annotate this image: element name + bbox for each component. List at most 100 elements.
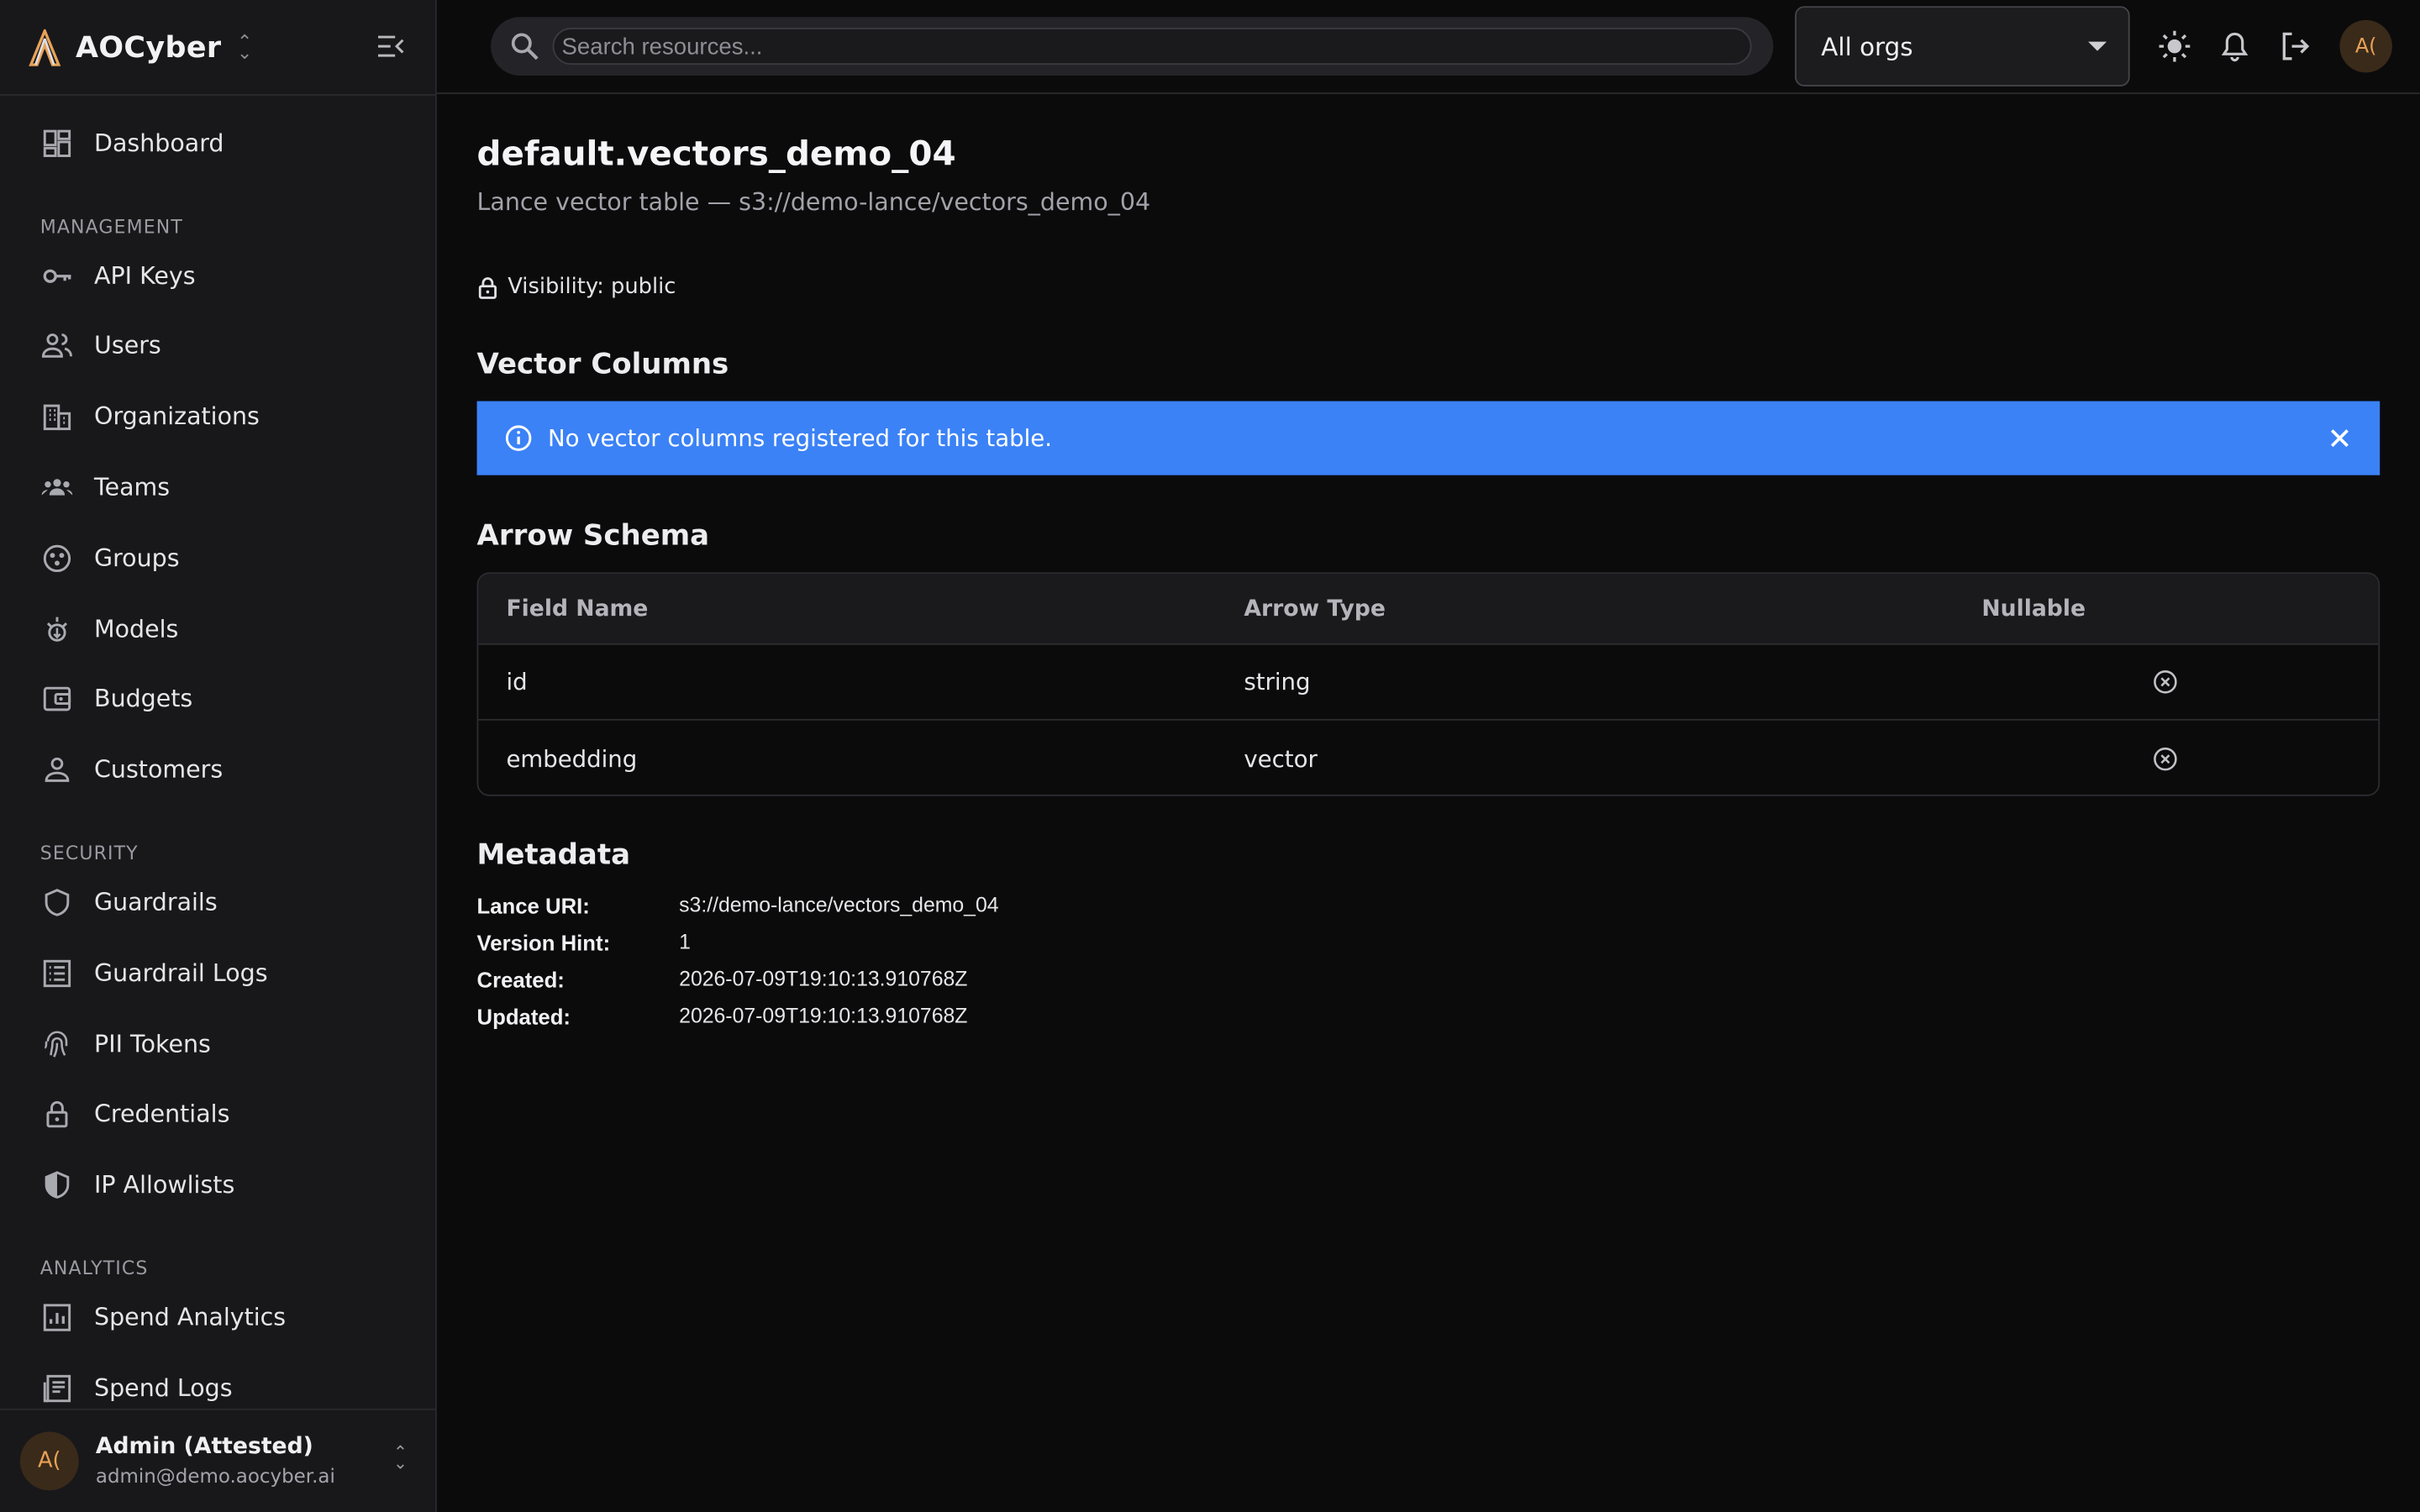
sidebar-item-customers[interactable]: Customers bbox=[0, 735, 435, 806]
building-icon bbox=[40, 400, 74, 433]
sidebar-item-models[interactable]: Models bbox=[0, 594, 435, 664]
field-name-cell: id bbox=[506, 668, 528, 696]
sidebar-item-dashboard[interactable]: Dashboard bbox=[0, 108, 435, 179]
sidebar: AOCyber ⌃ ⌄ Dashboard MANAGEMENT API Keys… bbox=[0, 0, 437, 1512]
topbar: All orgs A( bbox=[436, 0, 2420, 95]
sidebar-item-budgets[interactable]: Budgets bbox=[0, 664, 435, 735]
shield-icon bbox=[40, 885, 74, 919]
info-icon bbox=[505, 425, 532, 451]
sidebar-item-label: Guardrail Logs bbox=[94, 959, 268, 988]
page-subtitle: Lance vector table — s3://demo-lance/vec… bbox=[476, 188, 1151, 217]
sidebar-item-label: API Keys bbox=[94, 261, 196, 290]
x-circle-icon bbox=[2154, 670, 2177, 694]
table-row: id string bbox=[478, 645, 2379, 721]
sidebar-item-label: Groups bbox=[94, 544, 180, 573]
field-name-cell: embedding bbox=[506, 744, 638, 773]
metadata-heading: Metadata bbox=[476, 839, 631, 872]
table-row: embedding vector bbox=[478, 721, 2378, 795]
lock-icon bbox=[478, 276, 497, 298]
sidebar-item-pii-tokens[interactable]: PII Tokens bbox=[0, 1009, 435, 1079]
app-root: AOCyber ⌃ ⌄ Dashboard MANAGEMENT API Keys… bbox=[0, 0, 2420, 1512]
section-security: SECURITY bbox=[39, 843, 139, 864]
sidebar-nav: Dashboard MANAGEMENT API Keys Users Orga… bbox=[0, 108, 435, 1424]
metadata-row: Version Hint: 1 bbox=[477, 931, 691, 955]
metadata-key: Created: bbox=[476, 967, 565, 992]
lock-icon bbox=[40, 1098, 74, 1131]
sidebar-item-users[interactable]: Users bbox=[0, 311, 435, 381]
user-menu[interactable]: A( Admin (Attested) admin@demo.aocyber.a… bbox=[0, 1408, 435, 1512]
table-header: Field Name Arrow Type Nullable bbox=[478, 574, 2379, 645]
visibility-status: Visibility: public bbox=[477, 275, 676, 299]
user-email: admin@demo.aocyber.ai bbox=[95, 1464, 335, 1488]
chevron-updown-icon[interactable]: ⌃ ⌄ bbox=[237, 32, 252, 61]
metadata-value: s3://demo-lance/vectors_demo_04 bbox=[679, 893, 999, 916]
aocyber-logo-icon bbox=[29, 28, 61, 66]
arrow-schema-heading: Arrow Schema bbox=[476, 519, 710, 553]
vector-columns-heading: Vector Columns bbox=[476, 349, 729, 381]
arrow-type-cell: string bbox=[1244, 668, 1311, 696]
key-icon bbox=[40, 259, 74, 292]
sidebar-item-spend-analytics[interactable]: Spend Analytics bbox=[0, 1283, 435, 1353]
metadata-value: 2026-07-09T19:10:13.910768Z bbox=[679, 1004, 968, 1028]
groups-icon bbox=[40, 541, 74, 575]
sidebar-item-label: Credentials bbox=[94, 1100, 230, 1129]
metadata-key: Updated: bbox=[476, 1004, 571, 1030]
sidebar-item-credentials[interactable]: Credentials bbox=[0, 1079, 435, 1150]
caret-down-icon bbox=[2088, 41, 2107, 51]
sidebar-item-label: Customers bbox=[94, 756, 224, 785]
chevron-updown-icon[interactable]: ⌃ ⌄ bbox=[393, 1444, 408, 1472]
sidebar-item-teams[interactable]: Teams bbox=[0, 452, 435, 522]
sidebar-item-groups[interactable]: Groups bbox=[0, 523, 435, 594]
sidebar-item-label: IP Allowlists bbox=[94, 1171, 235, 1200]
close-icon[interactable] bbox=[2328, 426, 2352, 450]
sidebar-item-label: Teams bbox=[94, 474, 171, 502]
org-select-value: All orgs bbox=[1821, 31, 1913, 61]
list-icon bbox=[40, 956, 74, 990]
sidebar-item-label: PII Tokens bbox=[94, 1030, 211, 1058]
sidebar-item-organizations[interactable]: Organizations bbox=[0, 381, 435, 452]
section-management: MANAGEMENT bbox=[39, 215, 183, 238]
brand-header[interactable]: AOCyber ⌃ ⌄ bbox=[0, 0, 435, 96]
user-info: Admin (Attested) admin@demo.aocyber.ai bbox=[96, 1435, 335, 1487]
search-bar bbox=[491, 17, 1774, 76]
sidebar-item-api-keys[interactable]: API Keys bbox=[0, 240, 435, 311]
sidebar-item-label: Budgets bbox=[94, 685, 193, 714]
section-analytics: ANALYTICS bbox=[39, 1257, 149, 1279]
sidebar-item-label: Users bbox=[94, 332, 161, 360]
avatar[interactable]: A( bbox=[2339, 19, 2392, 73]
search-icon bbox=[511, 33, 539, 60]
metadata-value: 1 bbox=[679, 930, 691, 954]
logout-icon[interactable] bbox=[2278, 29, 2312, 63]
chart-icon bbox=[40, 1300, 74, 1334]
sidebar-item-label: Organizations bbox=[94, 402, 260, 431]
shield-half-icon bbox=[40, 1168, 74, 1202]
info-alert: No vector columns registered for this ta… bbox=[476, 401, 2381, 475]
x-circle-icon bbox=[2154, 746, 2177, 770]
org-select[interactable]: All orgs bbox=[1795, 6, 2130, 87]
users-icon bbox=[40, 329, 74, 363]
sidebar-item-label: Spend Logs bbox=[94, 1374, 233, 1403]
sidebar-item-label: Spend Analytics bbox=[94, 1304, 287, 1332]
column-header-field-name[interactable]: Field Name bbox=[506, 596, 648, 621]
collapse-sidebar-icon[interactable] bbox=[376, 34, 404, 58]
avatar: A( bbox=[19, 1431, 79, 1491]
sidebar-item-guardrail-logs[interactable]: Guardrail Logs bbox=[0, 938, 435, 1009]
sidebar-item-label: Dashboard bbox=[94, 129, 224, 158]
fingerprint-icon bbox=[40, 1027, 74, 1061]
metadata-value: 2026-07-09T19:10:13.910768Z bbox=[679, 967, 968, 991]
page-title: default.vectors_demo_04 bbox=[476, 135, 956, 175]
column-header-nullable[interactable]: Nullable bbox=[1981, 596, 2086, 621]
theme-toggle-icon[interactable] bbox=[2158, 29, 2191, 63]
arrow-type-cell: vector bbox=[1244, 744, 1318, 773]
bell-icon[interactable] bbox=[2217, 29, 2251, 63]
app-name: AOCyber bbox=[75, 29, 222, 65]
sidebar-item-guardrails[interactable]: Guardrails bbox=[0, 868, 435, 938]
sidebar-item-ip-allowlists[interactable]: IP Allowlists bbox=[0, 1150, 435, 1221]
visibility-label: Visibility: public bbox=[508, 274, 676, 300]
search-input[interactable] bbox=[552, 28, 1752, 66]
teams-icon bbox=[40, 470, 74, 504]
column-header-arrow-type[interactable]: Arrow Type bbox=[1244, 596, 1386, 621]
wallet-icon bbox=[40, 683, 74, 717]
metadata-row: Created: 2026-07-09T19:10:13.910768Z bbox=[477, 968, 968, 992]
model-icon bbox=[40, 612, 74, 646]
